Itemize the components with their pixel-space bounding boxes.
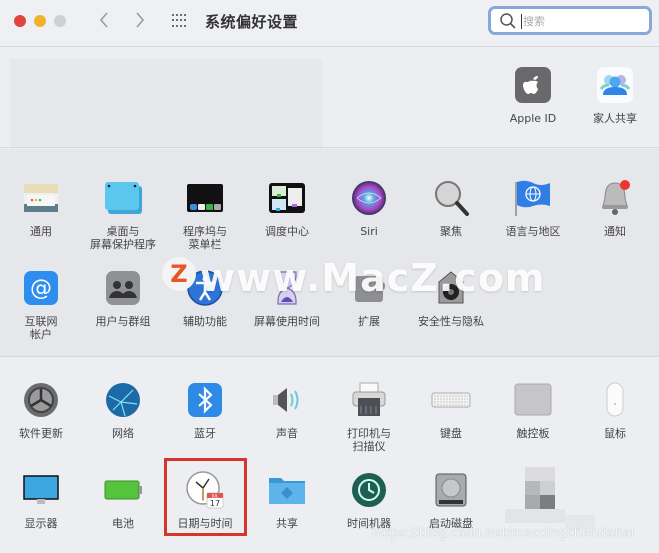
pane-printers-scanners[interactable]: 打印机与 扫描仪 (328, 380, 410, 453)
pane-sharing[interactable]: 共享 (246, 470, 328, 530)
internet-accounts-icon: @ (21, 268, 61, 308)
pane-label: 屏幕使用时间 (254, 315, 320, 328)
window-title: 系统偏好设置 (205, 13, 299, 31)
macz-watermark: www.MacZ.com (200, 256, 546, 300)
pane-keyboard[interactable]: 键盘 (410, 380, 492, 440)
pane-users-groups[interactable]: 用户与群组 (82, 268, 164, 328)
pane-label: 共享 (276, 517, 298, 530)
csdn-watermark: https://blog.csdn.net/macxingchendahai (372, 526, 635, 541)
pane-label: 调度中心 (265, 225, 309, 238)
battery-icon (103, 470, 143, 510)
users-groups-icon (103, 268, 143, 308)
pane-label: 软件更新 (19, 427, 63, 440)
pane-bluetooth[interactable]: 蓝牙 (164, 380, 246, 440)
pane-label: 安全性与隐私 (418, 315, 484, 328)
back-button[interactable] (98, 10, 110, 35)
pane-sound[interactable]: 声音 (246, 380, 328, 440)
general-icon (21, 178, 61, 218)
language-region-icon (513, 178, 553, 218)
pane-label: 扩展 (358, 315, 380, 328)
pane-label: 蓝牙 (194, 427, 216, 440)
pane-label: 键盘 (440, 427, 462, 440)
forward-button[interactable] (134, 10, 146, 35)
pane-label: 互联网 帐户 (24, 315, 58, 341)
pane-label: 触控板 (516, 427, 550, 440)
pane-siri[interactable]: Siri (328, 178, 410, 238)
text-caret (521, 14, 522, 29)
family-sharing-icon (597, 67, 633, 103)
pane-dock-menubar[interactable]: 程序坞与 菜单栏 (164, 178, 246, 251)
pane-label: 辅助功能 (183, 315, 227, 328)
pane-label: 通用 (30, 225, 52, 238)
search-field[interactable] (488, 6, 652, 35)
spotlight-icon (431, 178, 471, 218)
pane-desktop-screensaver[interactable]: 桌面与 屏幕保护程序 (82, 178, 164, 251)
pane-label: 声音 (276, 427, 298, 440)
search-input[interactable] (523, 12, 643, 30)
pane-displays[interactable]: 显示器 (0, 470, 82, 530)
pane-label: Apple ID (509, 112, 557, 125)
apple-id-icon (515, 67, 551, 103)
pane-startup-disk[interactable]: 启动磁盘 (410, 470, 492, 530)
zoom-button[interactable] (54, 15, 66, 27)
pane-label: 程序坞与 菜单栏 (183, 225, 227, 251)
pane-label: 打印机与 扫描仪 (347, 427, 391, 453)
trackpad-icon (513, 380, 553, 420)
chevron-left-icon (99, 12, 108, 28)
pane-label: 网络 (112, 427, 134, 440)
pane-time-machine[interactable]: 时间机器 (328, 470, 410, 530)
pane-label: 鼠标 (604, 427, 626, 440)
pane-label: 语言与地区 (505, 225, 561, 238)
pane-trackpad[interactable]: 触控板 (492, 380, 574, 440)
macz-logo-watermark: Z (162, 257, 196, 291)
highlight-box (164, 458, 247, 536)
pane-apple-id[interactable]: Apple ID (492, 67, 574, 125)
network-icon (103, 380, 143, 420)
pane-label: 桌面与 屏幕保护程序 (90, 225, 156, 251)
notifications-icon (595, 178, 635, 218)
pane-general[interactable]: 通用 (0, 178, 82, 238)
siri-icon (349, 178, 389, 218)
pane-notifications[interactable]: 通知 (574, 178, 656, 238)
pane-family-sharing[interactable]: 家人共享 (574, 67, 656, 125)
chevron-right-icon (136, 12, 145, 28)
sharing-icon (267, 470, 307, 510)
bluetooth-icon (185, 380, 225, 420)
pane-software-update[interactable]: 软件更新 (0, 380, 82, 440)
displays-icon (21, 470, 61, 510)
software-update-icon (21, 380, 61, 420)
svg-text:@: @ (30, 276, 52, 301)
desktop-screensaver-icon (103, 178, 143, 218)
pane-mission-control[interactable]: 调度中心 (246, 178, 328, 238)
pane-internet-accounts[interactable]: @ 互联网 帐户 (0, 268, 82, 341)
pane-label: 电池 (112, 517, 134, 530)
pane-spotlight[interactable]: 聚焦 (410, 178, 492, 238)
mouse-icon (595, 380, 635, 420)
title-bar: 系统偏好设置 (0, 0, 659, 47)
pane-label: 家人共享 (593, 112, 637, 125)
sound-icon (267, 380, 307, 420)
pane-label: 用户与群组 (95, 315, 151, 328)
pane-label: 聚焦 (440, 225, 462, 238)
startup-disk-icon (431, 470, 471, 510)
minimize-button[interactable] (34, 15, 46, 27)
close-button[interactable] (14, 15, 26, 27)
pane-label: Siri (360, 225, 378, 238)
pane-label: 通知 (604, 225, 626, 238)
printer-icon (349, 380, 389, 420)
keyboard-icon (431, 380, 471, 420)
user-profile-card[interactable] (10, 59, 322, 147)
pane-mouse[interactable]: 鼠标 (574, 380, 656, 440)
pane-network[interactable]: 网络 (82, 380, 164, 440)
pane-language-region[interactable]: 语言与地区 (492, 178, 574, 238)
mission-control-icon (267, 178, 307, 218)
pane-battery[interactable]: 电池 (82, 470, 164, 530)
show-all-grid-icon[interactable] (172, 14, 188, 28)
pane-label: 显示器 (24, 517, 58, 530)
search-icon (500, 13, 516, 29)
time-machine-icon (349, 470, 389, 510)
dock-menubar-icon (185, 178, 225, 218)
